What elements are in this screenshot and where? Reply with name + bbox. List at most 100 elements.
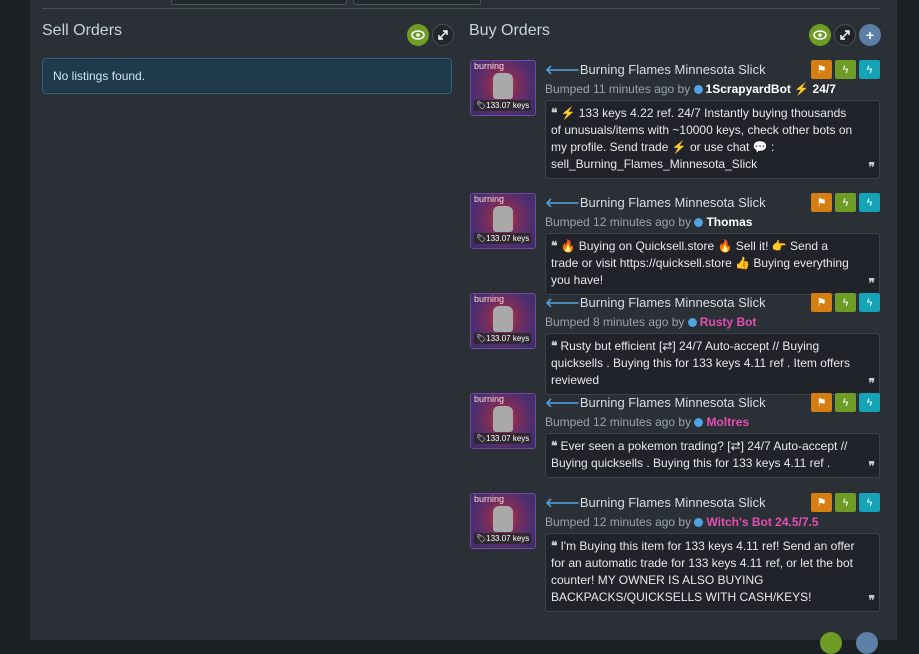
buy-expand-button[interactable] [834,24,856,46]
quote-close-icon: ❞ [868,160,875,174]
price-tag: 🏷133.07 keys [474,433,532,444]
lightning-icon: ϟ [866,196,873,209]
arrow-left-icon: 🡐 [545,495,580,510]
hat-icon [493,506,513,532]
quote-open-icon: ❝ [551,239,558,253]
lightning-icon: ϟ [842,396,849,409]
sell-eye-button[interactable] [407,24,429,46]
instant-trade-button[interactable]: ϟ [859,393,880,412]
user-link[interactable]: 1ScrapyardBot ⚡ 24/7 [706,82,836,96]
flag-icon: ⚑ [816,297,827,309]
flag-button[interactable]: ⚑ [811,493,832,512]
lightning-icon: ϟ [842,196,849,209]
bottom-add-button[interactable] [856,632,878,654]
trade-button[interactable]: ϟ [835,293,856,312]
buy-eye-button[interactable] [809,24,831,46]
trade-button[interactable]: ϟ [835,493,856,512]
flag-icon: ⚑ [816,197,827,209]
item-name-link[interactable]: 🡐Burning Flames Minnesota Slick [545,195,766,211]
item-image[interactable]: burning 🏷133.07 keys [470,493,536,549]
top-filter-box-1[interactable] [171,0,347,5]
sell-orders-title: Sell Orders [42,22,123,39]
hat-icon [493,73,513,99]
effect-label: burning [474,294,505,304]
listing-actions: ⚑ ϟ ϟ [811,60,880,79]
item-image[interactable]: burning 🏷133.07 keys [470,293,536,349]
item-name-link[interactable]: 🡐Burning Flames Minnesota Slick [545,395,766,411]
tag-icon: 🏷 [476,434,487,443]
quote-open-icon: ❝ [551,106,558,120]
user-status-dot [693,85,703,94]
listing-actions: ⚑ ϟ ϟ [811,393,880,412]
arrow-left-icon: 🡐 [545,62,580,77]
listing-description: ❝ I'm Buying this item for 133 keys 4.11 … [545,533,880,612]
item-name-link[interactable]: 🡐Burning Flames Minnesota Slick [545,495,766,511]
item-name-link[interactable]: 🡐Burning Flames Minnesota Slick [545,295,766,311]
user-link[interactable]: Rusty Bot [700,315,757,329]
bumped-info: Bumped 8 minutes ago by Rusty Bot [545,315,757,329]
arrow-left-icon: 🡐 [545,295,580,310]
quote-open-icon: ❝ [551,339,558,353]
price-tag: 🏷133.07 keys [474,233,532,244]
user-status-dot [694,418,704,427]
listing-actions: ⚑ ϟ ϟ [811,193,880,212]
top-divider [42,8,880,9]
user-link[interactable]: Witch's Bot 24.5/7.5 [706,515,818,529]
listing-description: ❝ Rusty but efficient [⇄] 24/7 Auto-accep… [545,333,880,395]
buy-add-button[interactable]: + [859,24,881,46]
instant-trade-button[interactable]: ϟ [859,193,880,212]
flag-button[interactable]: ⚑ [811,393,832,412]
listing-description: ❝ ⚡ 133 keys 4.22 ref. 24/7 Instantly buy… [545,100,880,179]
trade-button[interactable]: ϟ [835,60,856,79]
user-link[interactable]: Moltres [706,415,749,429]
effect-label: burning [474,394,505,404]
trade-button[interactable]: ϟ [835,193,856,212]
listing: burning 🏷133.07 keys 🡐Burning Flames Min… [470,493,882,613]
tag-icon: 🏷 [476,101,487,110]
sell-expand-button[interactable] [432,24,454,46]
quote-close-icon: ❞ [868,593,875,607]
lightning-icon: ϟ [842,63,849,76]
user-status-dot [694,218,704,227]
flag-button[interactable]: ⚑ [811,60,832,79]
lightning-icon: ϟ [866,296,873,309]
item-image[interactable]: burning 🏷133.07 keys [470,60,536,116]
item-name-link[interactable]: 🡐Burning Flames Minnesota Slick [545,62,766,78]
user-link[interactable]: Thomas [706,215,752,229]
listing-description: ❝ Ever seen a pokemon trading? [⇄] 24/7 A… [545,433,880,478]
bumped-info: Bumped 12 minutes ago by Witch's Bot 24.… [545,515,819,529]
listing-actions: ⚑ ϟ ϟ [811,293,880,312]
quote-close-icon: ❞ [868,276,875,290]
quote-close-icon: ❞ [868,376,875,390]
listing: burning 🏷133.07 keys 🡐Burning Flames Min… [470,60,882,180]
instant-trade-button[interactable]: ϟ [859,60,880,79]
hat-icon [493,206,513,232]
flag-icon: ⚑ [816,397,827,409]
item-image[interactable]: burning 🏷133.07 keys [470,193,536,249]
price-tag: 🏷133.07 keys [474,533,532,544]
trade-button[interactable]: ϟ [835,393,856,412]
bottom-eye-button[interactable] [820,632,842,654]
flag-button[interactable]: ⚑ [811,193,832,212]
bumped-info: Bumped 12 minutes ago by Moltres [545,415,750,429]
quote-open-icon: ❝ [551,539,558,553]
user-status-dot [687,318,697,327]
item-image[interactable]: burning 🏷133.07 keys [470,393,536,449]
tag-icon: 🏷 [476,534,487,543]
effect-label: burning [474,194,505,204]
price-tag: 🏷133.07 keys [474,100,532,111]
top-filter-box-2[interactable] [353,0,481,5]
expand-icon [438,30,448,40]
user-status-dot [694,518,704,527]
instant-trade-button[interactable]: ϟ [859,293,880,312]
eye-icon [813,30,827,40]
bumped-info: Bumped 12 minutes ago by Thomas [545,215,753,229]
tag-icon: 🏷 [476,334,487,343]
instant-trade-button[interactable]: ϟ [859,493,880,512]
flag-button[interactable]: ⚑ [811,293,832,312]
arrow-left-icon: 🡐 [545,395,580,410]
quote-open-icon: ❝ [551,439,558,453]
hat-icon [493,306,513,332]
buy-orders-title: Buy Orders [469,22,550,39]
flag-icon: ⚑ [816,497,827,509]
